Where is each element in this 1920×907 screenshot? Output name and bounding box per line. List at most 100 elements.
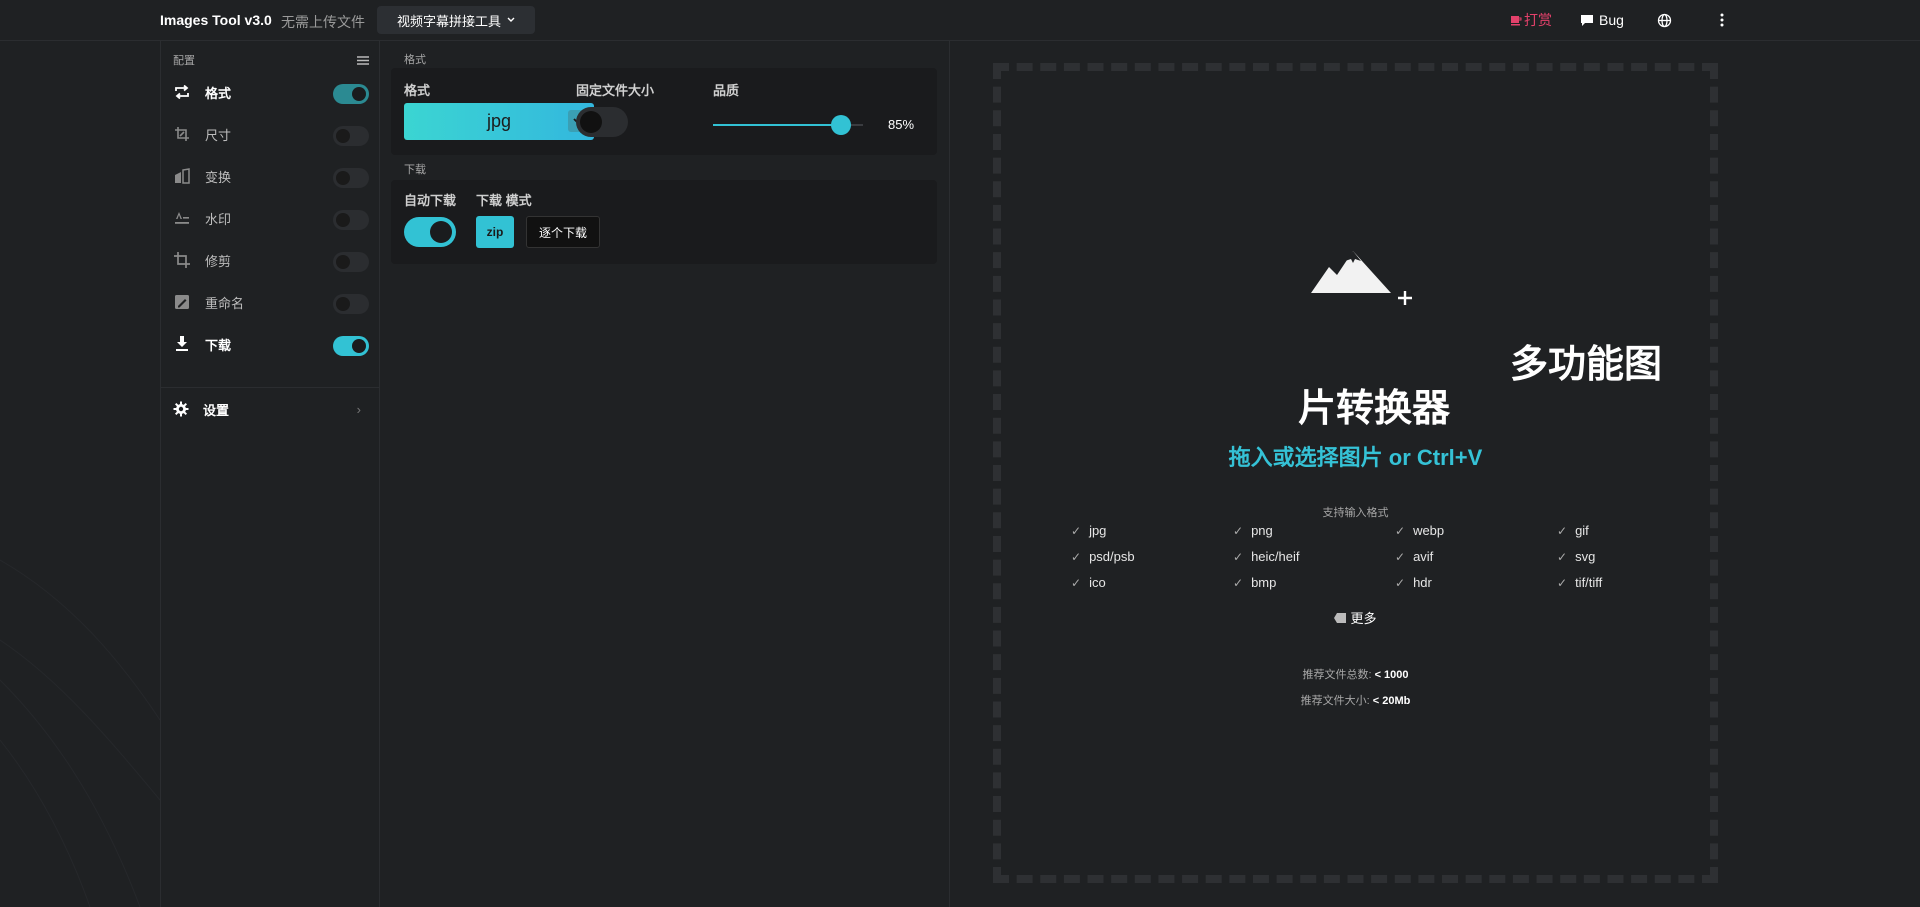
sidebar-item-crop[interactable]: 修剪 — [173, 245, 369, 275]
fixed-size-label: 固定文件大小 — [576, 83, 655, 98]
transform-icon — [173, 167, 191, 185]
resize-icon — [173, 125, 191, 143]
app-subtitle: 无需上传文件 — [281, 14, 365, 30]
download-mode-label: 下载 模式 — [476, 193, 532, 208]
check-icon: ✓ — [1233, 549, 1244, 564]
auto-download-label: 自动下载 — [404, 193, 457, 208]
format-item: ✓ jpg — [1071, 523, 1107, 538]
transform-toggle[interactable] — [333, 168, 369, 188]
app-title: Images Tool v3.0 — [160, 12, 272, 28]
tool-menu-label: 视频字幕拼接工具 — [397, 13, 502, 29]
format-item: ✓ webp — [1395, 523, 1445, 538]
check-icon: ✓ — [1233, 575, 1244, 590]
download-section-title: 下载 — [404, 164, 426, 176]
sidebar-divider — [161, 387, 379, 388]
individual-mode-button[interactable]: 逐个下载 — [526, 216, 600, 248]
chevron-right-icon: › — [356, 401, 361, 417]
auto-download-toggle[interactable] — [404, 217, 456, 247]
format-item: ✓ svg — [1557, 549, 1596, 564]
sidebar-item-label: 水印 — [205, 211, 232, 227]
format-item: ✓ ico — [1071, 575, 1106, 590]
recommended-count: 推荐文件总数: < 1000 — [1001, 666, 1710, 682]
check-icon: ✓ — [1071, 523, 1082, 538]
menu-icon[interactable] — [357, 55, 369, 65]
size-value: < 20Mb — [1372, 695, 1411, 707]
chat-icon — [1581, 14, 1593, 26]
more-vertical-icon — [1720, 13, 1724, 27]
chevron-down-icon — [507, 17, 515, 22]
supported-formats-label: 支持输入格式 — [1322, 507, 1389, 519]
crop-toggle[interactable] — [333, 252, 369, 272]
check-icon: ✓ — [1395, 549, 1406, 564]
check-icon: ✓ — [1395, 575, 1406, 590]
download-icon — [173, 335, 191, 353]
sidebar-item-label: 重命名 — [205, 295, 245, 311]
dropzone-subtitle: 拖入或选择图片 or Ctrl+V — [1228, 445, 1483, 470]
quality-slider-thumb[interactable] — [830, 115, 851, 135]
more-formats-button[interactable]: 更多 — [1001, 608, 1710, 627]
watermark-icon — [173, 209, 191, 227]
language-button[interactable] — [1657, 0, 1672, 40]
bug-label: Bug — [1599, 12, 1624, 28]
quality-slider[interactable] — [713, 115, 863, 135]
format-item: ✓ gif — [1557, 523, 1589, 538]
format-label: 格式 — [404, 83, 431, 98]
check-icon: ✓ — [1557, 575, 1568, 590]
donate-label: 打赏 — [1524, 12, 1552, 28]
check-icon: ✓ — [1071, 575, 1082, 590]
download-toggle[interactable] — [333, 336, 369, 356]
options-panel: 格式 格式 jpg 固定文件大小 品质 85% 下载 自动下载 下载 模式 zi… — [379, 40, 950, 907]
sidebar-item-settings[interactable]: 设置 › — [173, 394, 369, 424]
check-icon: ✓ — [1557, 549, 1568, 564]
format-toggle[interactable] — [333, 84, 369, 104]
rename-toggle[interactable] — [333, 294, 369, 314]
globe-icon — [1657, 13, 1672, 27]
format-item: ✓ bmp — [1233, 575, 1277, 590]
format-item: ✓ psd/psb — [1071, 549, 1135, 564]
tool-menu-dropdown[interactable]: 视频字幕拼接工具 — [377, 6, 536, 34]
rename-icon — [173, 293, 191, 311]
background-swirl — [0, 559, 160, 907]
size-label: 推荐文件大小: — [1300, 695, 1370, 707]
sidebar-item-download[interactable]: 下载 — [173, 329, 369, 359]
bug-report-link[interactable]: Bug — [1580, 0, 1624, 40]
sidebar-item-label: 尺寸 — [205, 127, 232, 143]
format-card: 格式 jpg 固定文件大小 品质 85% — [391, 68, 937, 155]
sidebar-item-label: 格式 — [205, 85, 232, 101]
size-toggle[interactable] — [333, 126, 369, 146]
quality-value: 85% — [888, 117, 915, 132]
count-value: < 1000 — [1374, 669, 1409, 681]
dropzone-title-line2: 片转换器 — [1297, 388, 1450, 430]
donate-link[interactable]: 打赏 — [1510, 0, 1552, 40]
more-menu-button[interactable] — [1720, 0, 1724, 40]
sidebar-item-transform[interactable]: 变换 — [173, 161, 369, 191]
watermark-toggle[interactable] — [333, 210, 369, 230]
download-card: 自动下载 下载 模式 zip 逐个下载 — [391, 180, 937, 264]
sidebar-item-rename[interactable]: 重命名 — [173, 287, 369, 317]
sidebar-item-label: 变换 — [205, 169, 232, 185]
check-icon: ✓ — [1071, 549, 1082, 564]
tag-icon — [1334, 612, 1347, 623]
sidebar-section-title: 配置 — [173, 55, 195, 67]
formats-grid: ✓ jpg ✓ png ✓ webp ✓ gif ✓ psd/psb ✓ heic/heif… — [1071, 522, 1721, 591]
crop-icon — [173, 251, 191, 269]
settings-label: 设置 — [203, 402, 230, 418]
check-icon: ✓ — [1395, 523, 1406, 538]
format-select-value: jpg — [486, 111, 512, 131]
quality-label: 品质 — [713, 83, 740, 98]
sidebar-item-label: 下载 — [205, 337, 232, 353]
drop-zone[interactable]: 多功能图 片转换器 拖入或选择图片 or Ctrl+V 支持输入格式 ✓ jpg … — [993, 63, 1718, 883]
format-item: ✓ png — [1233, 523, 1273, 538]
sidebar-item-size[interactable]: 尺寸 — [173, 119, 369, 149]
top-bar: Images Tool v3.0 无需上传文件 视频字幕拼接工具 打赏 Bug — [0, 0, 1920, 41]
recommended-size: 推荐文件大小: < 20Mb — [1001, 692, 1710, 708]
sidebar: 配置 格式 尺寸 变换 水印 修剪 重命名 下载 设置 › — [160, 40, 380, 907]
fixed-size-toggle[interactable] — [576, 107, 628, 137]
format-select[interactable]: jpg — [404, 103, 594, 140]
format-item: ✓ heic/heif — [1233, 549, 1300, 564]
swap-icon — [173, 83, 191, 101]
sidebar-item-label: 修剪 — [205, 253, 232, 269]
sidebar-item-format[interactable]: 格式 — [173, 77, 369, 107]
zip-mode-button[interactable]: zip — [476, 216, 514, 248]
sidebar-item-watermark[interactable]: 水印 — [173, 203, 369, 233]
